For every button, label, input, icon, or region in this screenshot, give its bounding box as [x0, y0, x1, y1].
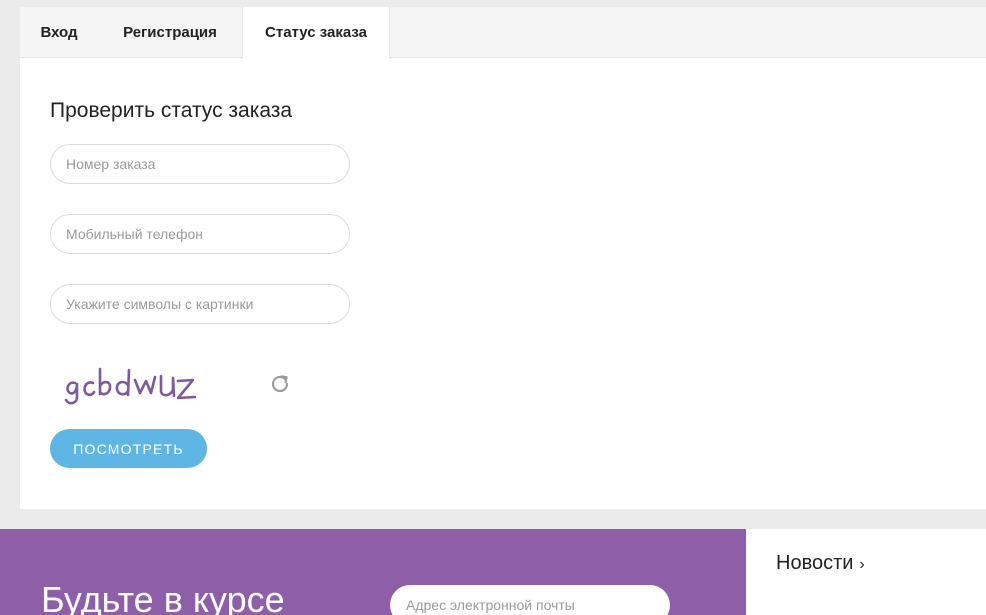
phone-input[interactable]: [50, 214, 350, 254]
view-status-button[interactable]: ПОСМОТРЕТЬ: [50, 429, 207, 468]
newsletter-banner: Будьте в курсе: [0, 529, 746, 615]
auth-panel: Вход Регистрация Статус заказа Проверить…: [20, 7, 986, 509]
news-label: Новости: [776, 552, 854, 574]
tab-login[interactable]: Вход: [20, 7, 98, 58]
news-section: Новости ›: [746, 529, 986, 615]
form-title: Проверить статус заказа: [50, 99, 293, 122]
tab-order-status[interactable]: Статус заказа: [242, 7, 390, 59]
tab-register[interactable]: Регистрация: [98, 7, 242, 58]
captcha-input[interactable]: [50, 284, 350, 324]
newsletter-title: Будьте в курсе: [41, 579, 285, 615]
email-input[interactable]: [390, 585, 670, 615]
chevron-right-icon: ›: [859, 556, 865, 573]
news-link[interactable]: Новости ›: [776, 552, 865, 575]
captcha-image: gcbdwuz: [64, 367, 197, 405]
refresh-icon[interactable]: [268, 372, 292, 396]
order-number-input[interactable]: [50, 144, 350, 184]
tab-bar: Вход Регистрация Статус заказа: [20, 7, 986, 59]
